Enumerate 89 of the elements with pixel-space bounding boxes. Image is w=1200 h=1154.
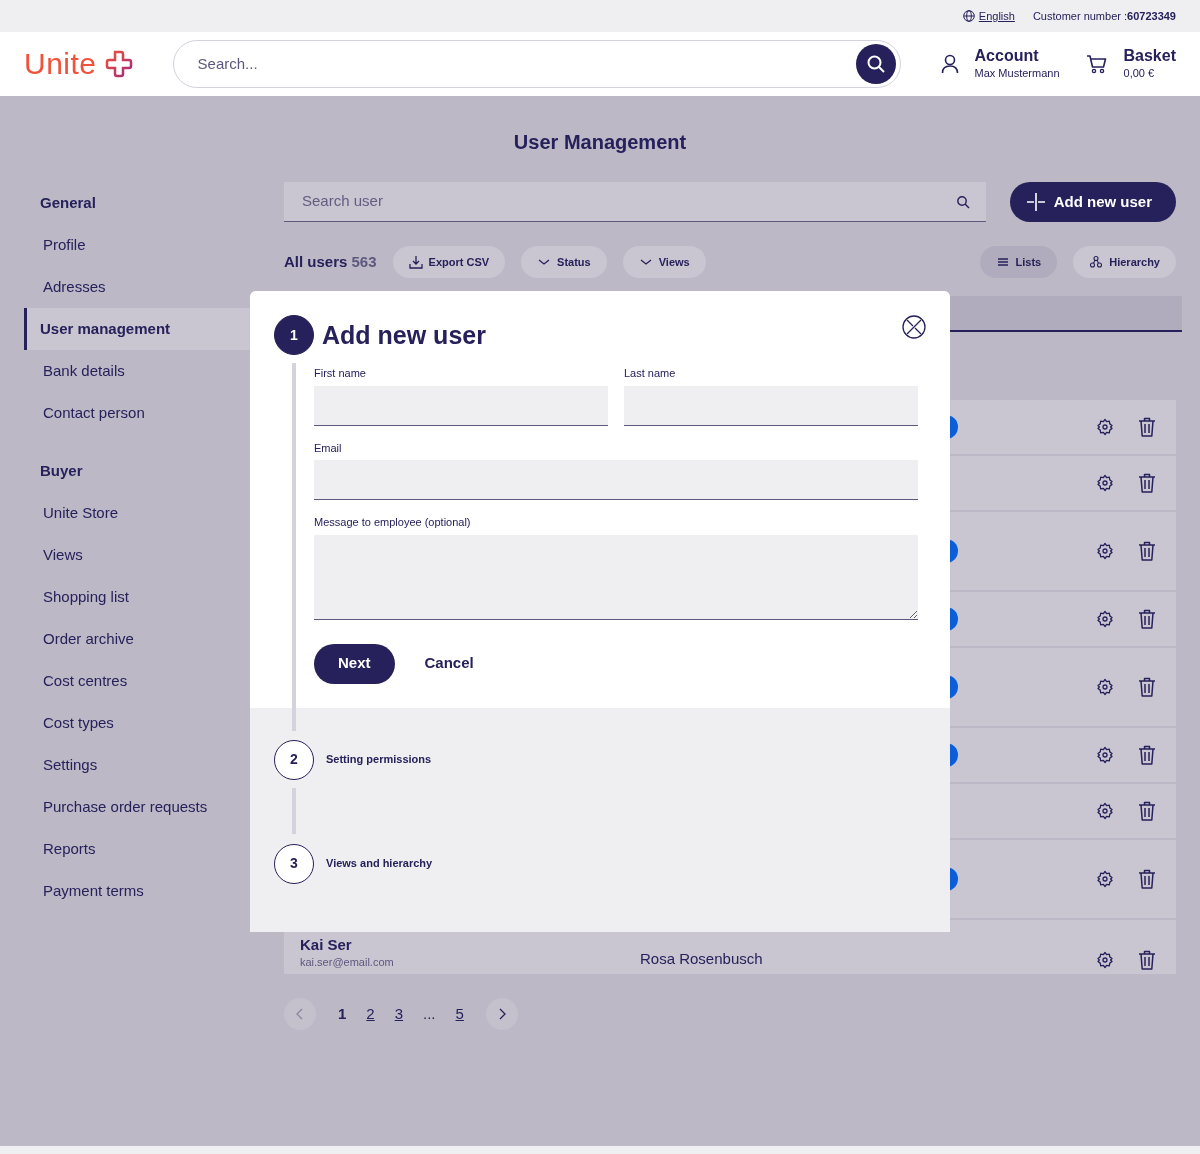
close-icon bbox=[902, 315, 926, 339]
gear-icon[interactable] bbox=[1096, 678, 1114, 696]
sidebar-item[interactable]: Cost centres bbox=[24, 660, 250, 702]
modal-title: Add new user bbox=[322, 320, 486, 350]
sidebar-heading: General bbox=[39, 192, 97, 213]
customer-number: Customer number :60723349 bbox=[1032, 8, 1176, 24]
gear-icon[interactable] bbox=[1096, 951, 1114, 969]
user-search-bar[interactable]: Search user bbox=[284, 182, 986, 222]
logo-icon bbox=[104, 50, 133, 78]
sidebar-item[interactable]: Purchase order requests bbox=[24, 786, 250, 828]
page-link[interactable]: 5 bbox=[449, 1002, 470, 1026]
step-number: 3 bbox=[274, 843, 314, 884]
step-title: Views and hierarchy bbox=[326, 856, 433, 872]
globe-icon bbox=[962, 10, 975, 22]
message-field[interactable] bbox=[314, 534, 918, 620]
trash-icon[interactable] bbox=[1138, 417, 1156, 437]
input-field[interactable] bbox=[624, 385, 918, 426]
sidebar-item[interactable]: Shopping list bbox=[24, 576, 250, 618]
gear-icon[interactable] bbox=[1096, 870, 1114, 888]
close-button[interactable] bbox=[902, 315, 926, 339]
field-label: Last name bbox=[624, 366, 677, 381]
trash-icon[interactable] bbox=[1138, 950, 1156, 970]
plus-icon bbox=[1025, 192, 1046, 212]
manager-name: Rosa Rosenbusch bbox=[640, 949, 763, 967]
sidebar-item[interactable]: Views bbox=[24, 534, 250, 576]
pagination-ellipsis: ... bbox=[422, 1003, 437, 1024]
sidebar-item[interactable]: Bank details bbox=[24, 350, 250, 392]
gear-icon[interactable] bbox=[1096, 418, 1114, 436]
trash-icon[interactable] bbox=[1138, 609, 1156, 629]
page-link[interactable]: 2 bbox=[360, 1002, 381, 1026]
sidebar-item[interactable]: Order archive bbox=[24, 618, 250, 660]
input-field[interactable] bbox=[314, 460, 918, 500]
logo-text: Unite bbox=[24, 49, 97, 79]
trash-icon[interactable] bbox=[1138, 677, 1156, 697]
chevron-left-icon bbox=[295, 1008, 305, 1020]
search-icon bbox=[865, 54, 886, 74]
gear-icon[interactable] bbox=[1096, 802, 1114, 820]
field-label: Email bbox=[314, 440, 343, 456]
user-count: All users 563 bbox=[284, 251, 377, 272]
sidebar-item[interactable]: Payment terms bbox=[24, 870, 250, 912]
sidebar-item[interactable]: Profile bbox=[24, 224, 250, 266]
hierarchy-icon bbox=[1089, 255, 1104, 269]
view-toggle[interactable]: Hierarchy bbox=[1073, 246, 1176, 278]
search-icon bbox=[955, 194, 970, 209]
trash-icon[interactable] bbox=[1138, 869, 1156, 889]
next-button[interactable]: Next bbox=[314, 643, 395, 684]
trash-icon[interactable] bbox=[1138, 473, 1156, 493]
filter-dropdown[interactable]: Views bbox=[622, 246, 706, 278]
sidebar-item[interactable]: Unite Store bbox=[24, 492, 250, 534]
gear-icon[interactable] bbox=[1096, 610, 1114, 628]
gear-icon[interactable] bbox=[1096, 474, 1114, 492]
page-link[interactable]: 3 bbox=[388, 1002, 410, 1026]
sidebar-item[interactable]: Reports bbox=[24, 828, 250, 870]
sidebar-item[interactable]: Cost types bbox=[24, 702, 250, 744]
filter-dropdown[interactable]: Status bbox=[521, 246, 607, 278]
trash-icon[interactable] bbox=[1138, 801, 1156, 821]
account-link[interactable]: Account Max Mustermann bbox=[940, 46, 1060, 82]
trash-icon[interactable] bbox=[1138, 745, 1156, 765]
search-bar[interactable]: Search... bbox=[172, 40, 901, 88]
sidebar-item[interactable]: User management bbox=[24, 308, 250, 350]
step-number: 2 bbox=[274, 739, 314, 780]
cart-icon bbox=[1085, 54, 1108, 74]
field-label: First name bbox=[314, 366, 367, 381]
cancel-button[interactable]: Cancel bbox=[418, 651, 480, 676]
sidebar-item[interactable]: Adresses bbox=[24, 266, 250, 308]
list-icon bbox=[995, 255, 1010, 269]
sidebar-heading: Buyer bbox=[39, 460, 84, 481]
sidebar-item[interactable]: Settings bbox=[24, 744, 250, 786]
language-link[interactable]: English bbox=[962, 7, 1015, 25]
page-title: User Management bbox=[512, 130, 688, 155]
user-email: kai.ser@email.com bbox=[300, 954, 395, 970]
basket-link[interactable]: Basket 0,00 € bbox=[1085, 46, 1176, 82]
step-title: Setting permissions bbox=[326, 752, 432, 768]
toolbar-button[interactable]: Export CSV bbox=[392, 246, 506, 278]
field-label: Message to employee (optional) bbox=[314, 515, 472, 530]
download-icon bbox=[408, 255, 423, 269]
page-link[interactable]: 1 bbox=[332, 1002, 353, 1026]
user-name: Kai Ser bbox=[300, 937, 353, 954]
view-toggle[interactable]: Lists bbox=[979, 246, 1058, 278]
gear-icon[interactable] bbox=[1096, 746, 1114, 764]
step-number: 1 bbox=[274, 315, 314, 355]
person-icon bbox=[940, 54, 959, 74]
gear-icon[interactable] bbox=[1096, 542, 1114, 560]
user-search-field[interactable]: Search user bbox=[300, 189, 956, 214]
trash-icon[interactable] bbox=[1138, 541, 1156, 561]
sidebar-item[interactable]: Contact person bbox=[24, 392, 250, 434]
search-button[interactable] bbox=[855, 44, 896, 84]
add-user-button[interactable]: Add new user bbox=[1009, 182, 1176, 222]
input-field[interactable] bbox=[314, 385, 608, 426]
